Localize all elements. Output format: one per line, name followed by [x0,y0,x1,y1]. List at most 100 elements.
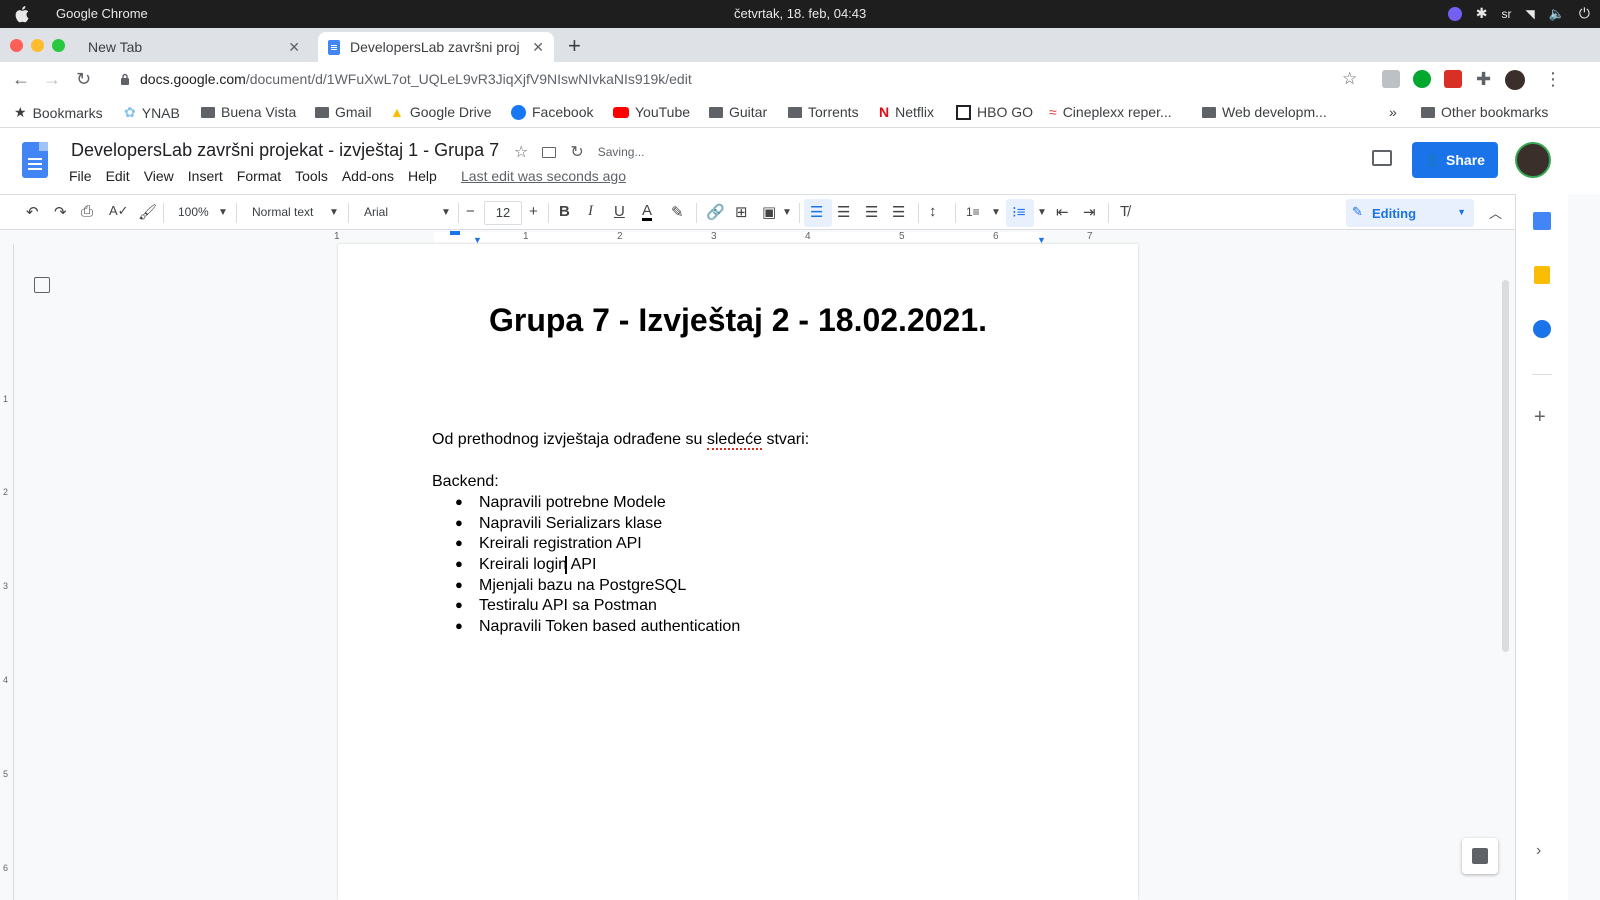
collapse-menus-icon[interactable]: ︿ [1489,203,1502,222]
close-icon[interactable]: ✕ [288,39,300,56]
vertical-ruler[interactable]: 1 2 3 4 5 6 [0,244,14,900]
chevron-down-icon[interactable]: ▼ [1037,207,1047,218]
bold-icon[interactable]: B [559,203,570,220]
bookmark-cineplexx[interactable]: ≈ Cineplexx reper... [1049,104,1172,120]
font-size-input[interactable]: 12 [484,201,522,225]
apple-icon[interactable] [14,5,32,23]
chevron-down-icon[interactable]: ▼ [991,207,1001,218]
account-avatar[interactable] [1515,142,1551,178]
power-icon[interactable]: ⏻ [1579,5,1590,22]
share-button[interactable]: 👤 Share [1412,142,1498,178]
bookmark-facebook[interactable]: Facebook [511,104,593,120]
window-close-button[interactable] [10,39,23,52]
profile-avatar-icon[interactable] [1505,70,1525,90]
print-icon[interactable]: ⎙ [81,203,93,220]
chevron-down-icon[interactable]: ▼ [329,207,339,218]
new-tab-button[interactable]: + [568,33,581,59]
add-addon-icon[interactable]: + [1534,406,1546,429]
comment-history-icon[interactable] [1372,150,1392,166]
menu-insert[interactable]: Insert [188,168,230,184]
wifi-icon[interactable]: ◥ [1526,7,1535,21]
font-family-select[interactable]: Arial [364,205,388,219]
menu-tools[interactable]: Tools [295,168,335,184]
forward-icon[interactable]: → [43,69,61,90]
document-title[interactable]: DevelopersLab završni projekat - izvješt… [71,140,499,161]
align-justify-icon[interactable]: ☰ [892,203,905,221]
list-item[interactable]: Kreirali login API [432,556,740,577]
bookmark-netflix[interactable]: N Netflix [879,104,934,120]
calendar-icon[interactable] [1533,212,1551,230]
bookmark-torrents[interactable]: Torrents [788,104,859,120]
slack-icon[interactable]: ✱ [1476,5,1488,22]
align-left-icon[interactable]: ☰ [810,203,823,221]
document-scrollbar[interactable] [1502,280,1509,652]
menu-add-ons[interactable]: Add-ons [342,168,401,184]
clear-formatting-icon[interactable]: T̸ [1120,203,1129,220]
tasks-icon[interactable] [1533,320,1551,338]
window-maximize-button[interactable] [52,39,65,52]
chevron-down-icon[interactable]: ▼ [218,207,228,218]
star-icon[interactable]: ☆ [514,142,528,162]
decrease-indent-icon[interactable]: ⇤ [1056,203,1069,221]
list-item[interactable]: Napravili Serializars klase [432,515,740,536]
mail-extension-icon[interactable] [1382,70,1400,88]
paint-format-icon[interactable]: 🖌 [138,203,157,221]
bookmark-hbo-go[interactable]: HBO GO [956,104,1033,120]
keep-icon[interactable] [1534,266,1550,284]
menu-format[interactable]: Format [237,168,288,184]
align-center-icon[interactable]: ☰ [837,203,850,221]
explore-button[interactable] [1462,838,1498,874]
paragraph-style-select[interactable]: Normal text [252,205,313,219]
list-item[interactable]: Kreirali registration API [432,535,740,556]
redo-icon[interactable]: ↷ [54,203,67,221]
docs-logo-icon[interactable] [22,142,48,178]
menu-view[interactable]: View [144,168,181,184]
reload-icon[interactable]: ↻ [76,69,91,90]
document-heading[interactable]: Grupa 7 - Izvještaj 2 - 18.02.2021. [338,302,1138,339]
volume-icon[interactable]: 🔈 [1549,6,1565,22]
bookmark-buena-vista[interactable]: Buena Vista [201,104,296,120]
bookmarks-overflow-button[interactable]: » [1389,104,1397,120]
bookmark-web-development[interactable]: Web developm... [1202,104,1327,120]
document-outline-icon[interactable] [34,277,50,293]
list-item[interactable]: Napravili potrebne Modele [432,494,740,515]
url-field[interactable]: docs.google.com/document/d/1WFuXwL7ot_UQ… [140,71,692,87]
chrome-menu-icon[interactable]: ⋮ [1544,69,1562,90]
insert-image-icon[interactable]: ▣ [762,203,776,221]
spellcheck-icon[interactable]: A✓ [109,203,129,219]
italic-icon[interactable]: I [588,203,593,220]
chevron-down-icon[interactable]: ▼ [782,207,792,218]
intro-paragraph[interactable]: Od prethodnog izvještaja odrađene su sle… [432,431,809,450]
tab-new-tab[interactable]: New Tab ✕ [78,32,310,62]
evernote-extension-icon[interactable] [1413,70,1431,88]
window-minimize-button[interactable] [31,39,44,52]
numbered-list-icon[interactable]: 1≡ [966,205,980,219]
underline-icon[interactable]: U [614,203,625,220]
align-right-icon[interactable]: ☰ [865,203,878,221]
text-color-icon[interactable]: A [642,203,653,221]
editing-mode-select[interactable]: ✎ Editing ▼ [1346,199,1474,227]
insert-link-icon[interactable]: 🔗 [706,203,725,221]
bookmark-youtube[interactable]: YouTube [613,104,690,120]
horizontal-ruler[interactable]: 1 ▼ 1 2 3 4 5 6 ▼ 7 [334,230,1138,245]
active-app-name[interactable]: Google Chrome [56,6,148,21]
system-clock[interactable]: četvrtak, 18. feb, 04:43 [734,6,866,21]
menu-edit[interactable]: Edit [106,168,137,184]
list-item[interactable]: Mjenjali bazu na PostgreSQL [432,577,740,598]
bulleted-list-icon[interactable]: ⁝≡ [1012,203,1026,221]
bookmark-google-drive[interactable]: ▲ Google Drive [390,104,492,120]
lock-icon[interactable] [120,73,130,85]
section-label[interactable]: Backend: [432,473,499,491]
menu-file[interactable]: File [69,168,99,184]
last-edit-link[interactable]: Last edit was seconds ago [461,168,626,184]
tab-google-doc[interactable]: DevelopersLab završni proj ✕ [318,32,554,62]
spelling-error-word[interactable]: sledeće [706,431,763,450]
extensions-puzzle-icon[interactable]: ✚ [1476,69,1491,90]
bullet-list[interactable]: Napravili potrebne Modele Napravili Seri… [432,494,740,639]
bookmark-other-bookmarks[interactable]: Other bookmarks [1421,104,1548,120]
decrease-font-size-icon[interactable]: − [466,203,475,220]
bookmark-guitar[interactable]: Guitar [709,104,767,120]
chevron-right-icon[interactable]: › [1536,842,1541,860]
menu-help[interactable]: Help [408,168,444,184]
list-item[interactable]: Napravili Token based authentication [432,618,740,639]
